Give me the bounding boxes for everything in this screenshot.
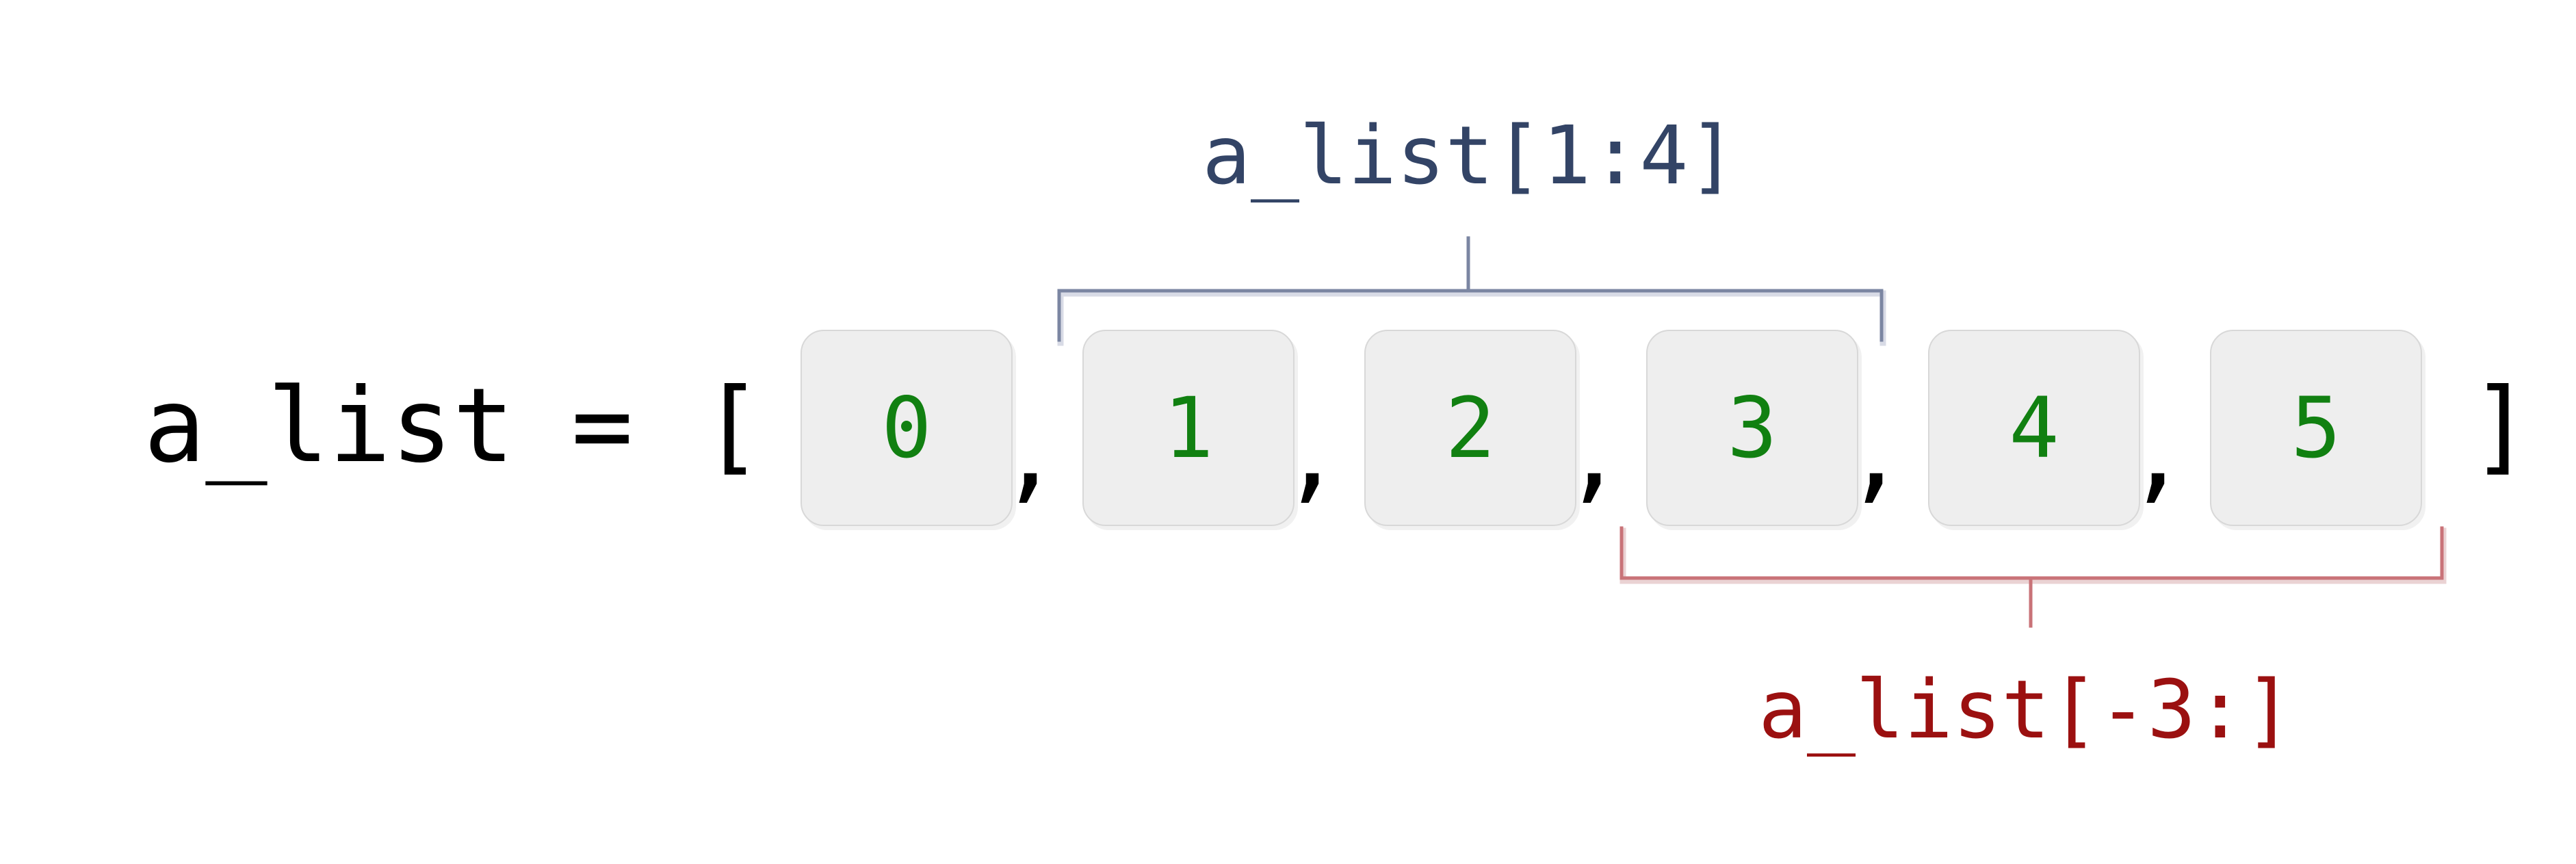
list-slicing-diagram: a_list = [ 0 , 1 , 2 , 3 , 4 , 5 ] a_lis… <box>0 0 2576 864</box>
bottom-slice-bracket <box>1619 526 2447 628</box>
top-slice-bracket <box>1057 236 1886 346</box>
top-slice-label: a_list[1:4] <box>1202 108 1737 202</box>
bottom-slice-label: a_list[-3:] <box>1758 662 2293 757</box>
